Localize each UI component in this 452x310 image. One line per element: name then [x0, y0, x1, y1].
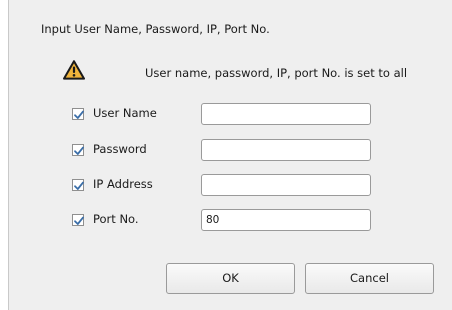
user-name-checkbox[interactable]	[72, 108, 84, 120]
checkmark-icon	[74, 216, 84, 225]
password-input[interactable]	[201, 139, 371, 161]
user-name-label: User Name	[93, 106, 157, 120]
warning-icon	[63, 60, 85, 80]
ip-address-label: IP Address	[93, 177, 153, 191]
ip-address-input[interactable]	[201, 174, 371, 196]
checkmark-icon	[74, 110, 84, 119]
ok-button[interactable]: OK	[166, 263, 295, 294]
password-label: Password	[93, 142, 147, 156]
input-credentials-dialog: Input User Name, Password, IP, Port No. …	[0, 0, 452, 310]
window-edge	[0, 0, 9, 310]
cancel-button[interactable]: Cancel	[305, 263, 434, 294]
port-no-label: Port No.	[93, 212, 139, 226]
ip-address-checkbox[interactable]	[72, 179, 84, 191]
port-no-checkbox[interactable]	[72, 214, 84, 226]
password-checkbox[interactable]	[72, 144, 84, 156]
dialog-title: Input User Name, Password, IP, Port No.	[41, 22, 270, 36]
checkmark-icon	[74, 146, 84, 155]
warning-message: User name, password, IP, port No. is set…	[145, 66, 408, 80]
checkmark-icon	[74, 181, 84, 190]
user-name-input[interactable]	[201, 103, 371, 125]
port-no-input[interactable]	[201, 209, 371, 231]
